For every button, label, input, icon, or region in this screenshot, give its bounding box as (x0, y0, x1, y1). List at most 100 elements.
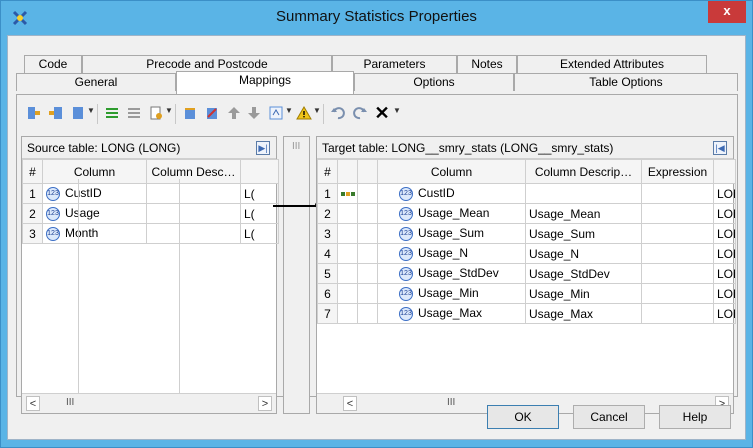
type-cell[interactable]: LON (713, 203, 736, 224)
chevron-down-icon[interactable]: ▼ (393, 106, 401, 115)
header-column-description[interactable]: Column Desc… (146, 159, 241, 184)
scroll-right-icon[interactable]: > (258, 396, 272, 411)
expression-cell[interactable] (641, 243, 714, 264)
column-name: Usage_Max (418, 306, 483, 321)
header-type[interactable] (713, 159, 736, 184)
column-cell[interactable]: 123 Usage (42, 203, 147, 224)
tab-code[interactable]: Code (24, 55, 82, 73)
description-cell[interactable]: Usage_Sum (525, 223, 642, 244)
column-cell[interactable]: 123 CustID (377, 183, 526, 204)
table-row[interactable]: 7 123 Usage_Max Usage_Max LON (317, 303, 736, 324)
header-column[interactable]: Column (377, 159, 526, 184)
header-column[interactable]: Column (42, 159, 147, 184)
expression-cell[interactable] (641, 203, 714, 224)
tab-general[interactable]: General (16, 73, 176, 91)
expand-right-icon[interactable]: ▶| (256, 141, 270, 155)
cancel-button[interactable]: Cancel (573, 405, 645, 429)
description-cell[interactable]: Usage_StdDev (525, 263, 642, 284)
column-cell[interactable]: 123 CustID (42, 183, 147, 204)
warning-icon[interactable] (295, 104, 313, 122)
delete-column-icon[interactable] (203, 104, 221, 122)
chevron-down-icon[interactable]: ▼ (87, 106, 95, 115)
delete-icon[interactable]: ✕ (373, 103, 391, 123)
table-row[interactable]: 3 123 Usage_Sum Usage_Sum LON (317, 223, 736, 244)
tab-table-options[interactable]: Table Options (514, 73, 738, 91)
table-row[interactable]: 1 123 CustID LON (317, 183, 736, 204)
header-row-number[interactable]: # (317, 159, 338, 184)
column-cell[interactable]: 123 Usage_Max (377, 303, 526, 324)
chevron-down-icon[interactable]: ▼ (165, 106, 173, 115)
type-cell[interactable]: LON (713, 243, 736, 264)
column-cell[interactable]: 123 Usage_Mean (377, 203, 526, 224)
expression-cell[interactable] (641, 223, 714, 244)
table-row[interactable]: 5 123 Usage_StdDev Usage_StdDev LON (317, 263, 736, 284)
scroll-left-icon[interactable]: < (26, 396, 40, 411)
close-button[interactable]: x (708, 1, 746, 23)
description-cell[interactable]: Usage_N (525, 243, 642, 264)
header-row-number[interactable]: # (22, 159, 43, 184)
table-row[interactable]: 2 123 Usage L( (22, 203, 279, 224)
tab-options[interactable]: Options (354, 73, 514, 91)
redo-icon[interactable] (351, 104, 369, 122)
chevron-down-icon[interactable]: ▼ (285, 106, 293, 115)
splitter-handle-icon[interactable]: III (292, 141, 300, 152)
table-row[interactable]: 1 123 CustID L( (22, 183, 279, 204)
table-row[interactable]: 6 123 Usage_Min Usage_Min LON (317, 283, 736, 304)
move-up-icon[interactable] (225, 104, 243, 122)
scroll-thumb[interactable]: III (66, 397, 74, 408)
type-cell[interactable]: LON (713, 303, 736, 324)
type-cell[interactable]: LON (713, 183, 736, 204)
description-cell[interactable] (146, 203, 241, 224)
key-cell (357, 283, 378, 304)
move-down-icon[interactable] (245, 104, 263, 122)
column-cell[interactable]: 123 Usage_N (377, 243, 526, 264)
tab-extended-attributes[interactable]: Extended Attributes (517, 55, 707, 73)
description-cell[interactable] (146, 183, 241, 204)
header-key[interactable] (357, 159, 378, 184)
sort-icon[interactable] (267, 104, 285, 122)
description-cell[interactable]: Usage_Max (525, 303, 642, 324)
tab-mappings[interactable]: Mappings (176, 71, 354, 94)
table-row[interactable]: 3 123 Month L( (22, 223, 279, 244)
column-cell[interactable]: 123 Usage_Min (377, 283, 526, 304)
scroll-left-icon[interactable]: < (343, 396, 357, 411)
table-row[interactable]: 2 123 Usage_Mean Usage_Mean LON (317, 203, 736, 224)
column-cell[interactable]: 123 Usage_Sum (377, 223, 526, 244)
description-cell[interactable] (525, 183, 642, 204)
mapping-arrow[interactable] (273, 205, 319, 207)
columns-icon[interactable] (69, 104, 87, 122)
description-cell[interactable]: Usage_Mean (525, 203, 642, 224)
properties-icon[interactable] (147, 104, 165, 122)
chevron-down-icon[interactable]: ▼ (313, 106, 321, 115)
expression-cell[interactable] (641, 283, 714, 304)
source-horizontal-scrollbar[interactable]: < III > (22, 393, 276, 413)
header-type[interactable] (240, 159, 279, 184)
ok-button[interactable]: OK (487, 405, 559, 429)
expression-cell[interactable] (641, 183, 714, 204)
type-cell[interactable]: LON (713, 263, 736, 284)
expand-left-icon[interactable]: |◀ (713, 141, 727, 155)
header-expression[interactable]: Expression (641, 159, 714, 184)
description-cell[interactable]: Usage_Min (525, 283, 642, 304)
expression-cell[interactable] (641, 263, 714, 284)
type-cell[interactable]: L( (240, 183, 279, 204)
description-cell[interactable] (146, 223, 241, 244)
unmap-icon[interactable] (125, 104, 143, 122)
column-cell[interactable]: 123 Usage_StdDev (377, 263, 526, 284)
header-column-description[interactable]: Column Descrip… (525, 159, 642, 184)
undo-icon[interactable] (329, 104, 347, 122)
type-cell[interactable]: LON (713, 223, 736, 244)
tab-notes[interactable]: Notes (457, 55, 517, 73)
type-cell[interactable]: LON (713, 283, 736, 304)
table-row[interactable]: 4 123 Usage_N Usage_N LON (317, 243, 736, 264)
header-mapping-status[interactable] (337, 159, 358, 184)
help-button[interactable]: Help (659, 405, 731, 429)
scroll-thumb[interactable]: III (447, 397, 455, 408)
map-source-icon[interactable] (25, 104, 43, 122)
map-all-icon[interactable] (103, 104, 121, 122)
type-cell[interactable]: L( (240, 223, 279, 244)
expression-cell[interactable] (641, 303, 714, 324)
import-icon[interactable] (47, 104, 65, 122)
new-column-icon[interactable] (181, 104, 199, 122)
column-cell[interactable]: 123 Month (42, 223, 147, 244)
